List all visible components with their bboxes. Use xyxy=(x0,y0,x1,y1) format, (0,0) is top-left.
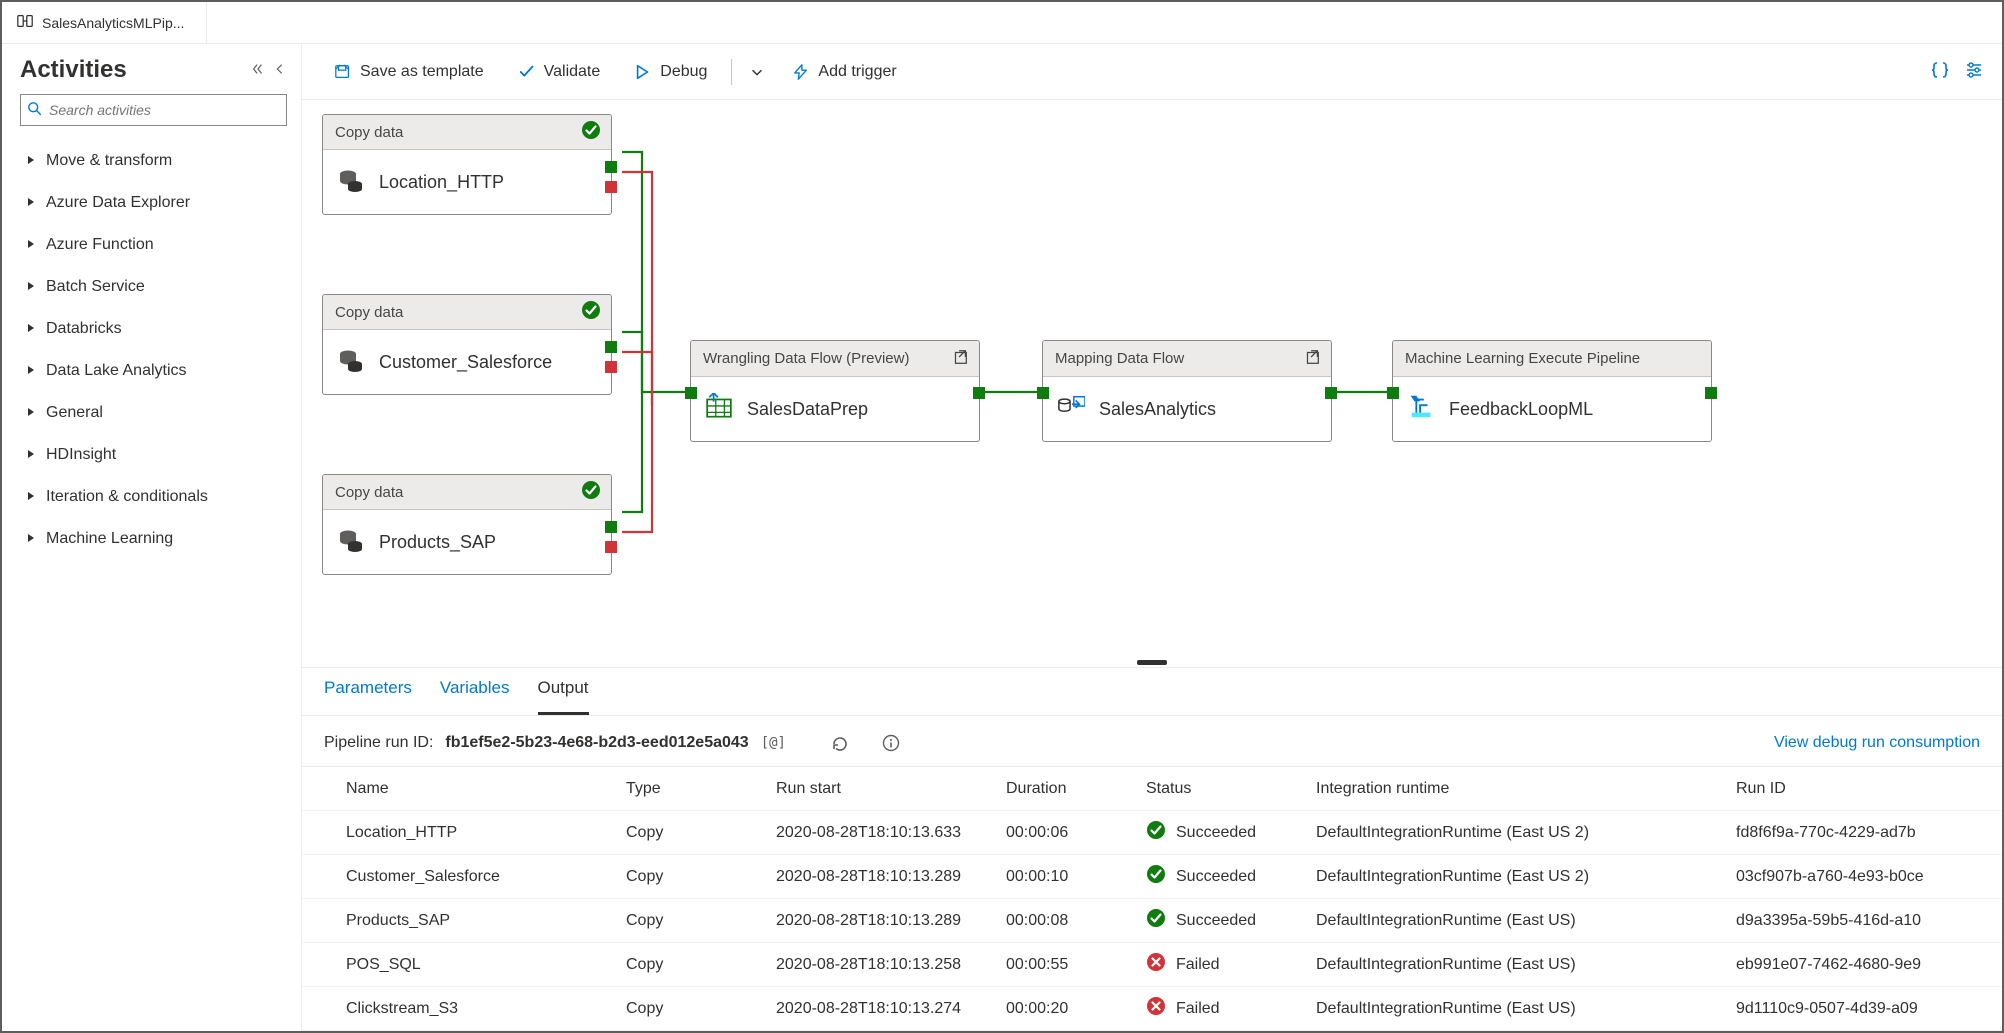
run-id-label: Pipeline run ID: xyxy=(324,734,433,752)
chevron-right-icon xyxy=(26,362,36,380)
copy-run-id-icon[interactable]: [@] xyxy=(761,735,786,751)
ml-icon xyxy=(1407,393,1435,426)
chevron-right-icon xyxy=(26,488,36,506)
pipeline-icon xyxy=(16,12,34,33)
table-row[interactable]: Location_HTTPCopy2020-08-28T18:10:13.633… xyxy=(302,811,2002,855)
chevron-right-icon xyxy=(26,404,36,422)
database-icon xyxy=(337,346,365,379)
search-input[interactable] xyxy=(20,94,287,126)
tab-pipeline[interactable]: SalesAnalyticsMLPip... xyxy=(2,2,207,43)
tab-variables[interactable]: Variables xyxy=(440,678,510,715)
pipeline-canvas[interactable]: Copy data Location_HTTP Copy data Custom… xyxy=(302,100,2002,667)
info-icon[interactable] xyxy=(882,734,900,752)
success-icon xyxy=(1146,864,1166,889)
activity-node-products-sap[interactable]: Copy data Products_SAP xyxy=(322,474,612,575)
collapse-categories-icon[interactable] xyxy=(251,62,265,79)
category-label: Azure Data Explorer xyxy=(46,194,190,212)
category-label: Machine Learning xyxy=(46,530,173,548)
sidebar-category[interactable]: Data Lake Analytics xyxy=(20,350,287,392)
add-trigger-button[interactable]: Add trigger xyxy=(778,54,910,90)
activities-sidebar: Activities Move & transform Azure Data Ex… xyxy=(2,44,302,1031)
settings-icon[interactable] xyxy=(1964,60,1984,83)
sidebar-category[interactable]: Move & transform xyxy=(20,140,287,182)
toolbar: Save as template Validate Debug Add trig… xyxy=(302,44,2002,100)
toolbar-divider xyxy=(731,59,732,85)
save-template-button[interactable]: Save as template xyxy=(320,54,498,90)
category-label: Batch Service xyxy=(46,278,145,296)
sidebar-category[interactable]: HDInsight xyxy=(20,434,287,476)
sidebar-category[interactable]: Databricks xyxy=(20,308,287,350)
error-icon xyxy=(1146,952,1166,977)
debug-button[interactable]: Debug xyxy=(620,54,721,90)
table-header: Name Type Run start Duration Status Inte… xyxy=(302,767,2002,811)
tab-parameters[interactable]: Parameters xyxy=(324,678,412,715)
success-icon xyxy=(1146,908,1166,933)
activity-node-salesanalytics[interactable]: Mapping Data Flow SalesAnalytics xyxy=(1042,340,1332,442)
debug-dropdown-icon[interactable] xyxy=(742,64,772,80)
sidebar-category[interactable]: Batch Service xyxy=(20,266,287,308)
table-row[interactable]: Customer_SalesforceCopy2020-08-28T18:10:… xyxy=(302,855,2002,899)
category-label: Data Lake Analytics xyxy=(46,362,187,380)
tab-output[interactable]: Output xyxy=(538,678,589,715)
table-row[interactable]: Clickstream_S3Copy2020-08-28T18:10:13.27… xyxy=(302,987,2002,1031)
close-icon[interactable] xyxy=(192,13,196,33)
chevron-right-icon xyxy=(26,530,36,548)
refresh-icon[interactable] xyxy=(830,734,848,752)
panel-resize-handle[interactable] xyxy=(1137,660,1167,665)
success-icon xyxy=(581,120,601,144)
category-label: Azure Function xyxy=(46,236,154,254)
collapse-sidebar-icon[interactable] xyxy=(273,62,287,79)
chevron-right-icon xyxy=(26,152,36,170)
activity-node-feedbackloopml[interactable]: Machine Learning Execute Pipeline Feedba… xyxy=(1392,340,1712,442)
database-icon xyxy=(337,526,365,559)
view-consumption-link[interactable]: View debug run consumption xyxy=(1774,734,1980,752)
success-icon xyxy=(581,480,601,504)
error-icon xyxy=(1146,996,1166,1021)
search-icon xyxy=(27,101,43,120)
sidebar-category[interactable]: Azure Data Explorer xyxy=(20,182,287,224)
category-label: Iteration & conditionals xyxy=(46,488,208,506)
success-icon xyxy=(581,300,601,324)
activity-node-customer-salesforce[interactable]: Copy data Customer_Salesforce xyxy=(322,294,612,395)
category-label: General xyxy=(46,404,103,422)
output-panel: Parameters Variables Output Pipeline run… xyxy=(302,667,2002,1031)
tab-title: SalesAnalyticsMLPip... xyxy=(42,15,184,31)
chevron-right-icon xyxy=(26,446,36,464)
category-label: Databricks xyxy=(46,320,122,338)
chevron-right-icon xyxy=(26,194,36,212)
table-row[interactable]: POS_SQLCopy2020-08-28T18:10:13.25800:00:… xyxy=(302,943,2002,987)
table-row[interactable]: Products_SAPCopy2020-08-28T18:10:13.2890… xyxy=(302,899,2002,943)
wrangle-icon xyxy=(705,393,733,426)
external-link-icon[interactable] xyxy=(951,348,969,370)
success-icon xyxy=(1146,820,1166,845)
category-label: Move & transform xyxy=(46,152,172,170)
validate-button[interactable]: Validate xyxy=(504,54,615,90)
sidebar-title: Activities xyxy=(20,56,127,84)
sidebar-category[interactable]: Machine Learning xyxy=(20,518,287,560)
sidebar-category[interactable]: General xyxy=(20,392,287,434)
database-icon xyxy=(337,166,365,199)
run-id-value: fb1ef5e2-5b23-4e68-b2d3-eed012e5a043 xyxy=(445,734,748,752)
chevron-right-icon xyxy=(26,320,36,338)
activity-node-location-http[interactable]: Copy data Location_HTTP xyxy=(322,114,612,215)
activity-node-salesdataprep[interactable]: Wrangling Data Flow (Preview) SalesDataP… xyxy=(690,340,980,442)
sidebar-category[interactable]: Iteration & conditionals xyxy=(20,476,287,518)
dataflow-icon xyxy=(1057,393,1085,426)
code-view-icon[interactable] xyxy=(1930,60,1950,83)
sidebar-category[interactable]: Azure Function xyxy=(20,224,287,266)
chevron-right-icon xyxy=(26,278,36,296)
category-label: HDInsight xyxy=(46,446,116,464)
chevron-right-icon xyxy=(26,236,36,254)
external-link-icon[interactable] xyxy=(1303,348,1321,370)
tab-bar: SalesAnalyticsMLPip... xyxy=(2,2,2002,44)
